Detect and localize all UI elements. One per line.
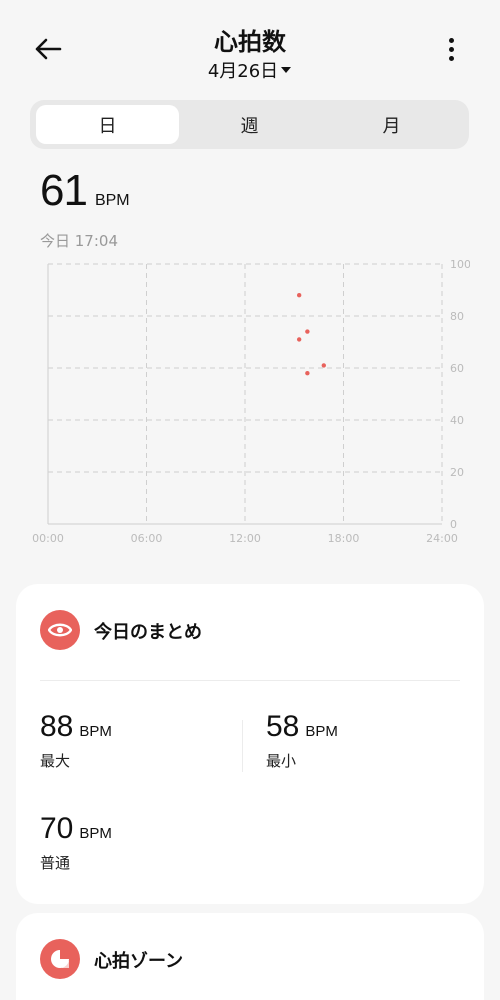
stat-average: 70 BPM 普通 [40,812,112,873]
heart-rate-chart-svg: 0 20 40 60 80 100 00:00 06:00 12:00 18:00 24:00 [32,258,471,545]
current-reading: 61 BPM [40,166,130,216]
max-label: 最大 [40,752,71,770]
min-unit: BPM [305,723,338,740]
data-point [305,371,310,376]
stat-min: 58 BPM 最小 [266,710,338,771]
min-label: 最小 [266,752,297,770]
zones-title: 心拍ゾーン [94,951,184,972]
avg-label: 普通 [40,854,71,872]
max-value: 88 [40,710,74,743]
period-tabs: 日 週 月 [30,100,469,149]
header: 心拍数 4月26日 [0,0,500,92]
current-bpm-value: 61 [40,166,88,215]
date-label: 4月26日 [207,61,279,82]
summary-title: 今日のまとめ [94,622,202,643]
x-tick-label: 06:00 [131,532,163,545]
eye-icon [40,610,80,650]
tab-week[interactable]: 週 [178,105,321,144]
stat-divider [242,720,243,772]
y-tick-label: 60 [450,362,464,375]
heart-rate-chart[interactable]: 0 20 40 60 80 100 00:00 06:00 12:00 18:00 24:00 [30,250,471,550]
avg-unit: BPM [79,825,112,842]
min-value: 58 [266,710,300,743]
max-unit: BPM [79,723,112,740]
date-selector[interactable]: 4月26日 [0,57,500,83]
zones-card[interactable]: 心拍ゾーン [16,913,484,1000]
avg-value: 70 [40,812,74,845]
data-point [305,329,310,334]
y-tick-label: 0 [450,518,457,531]
y-tick-label: 80 [450,310,464,323]
page-title: 心拍数 [214,28,286,56]
current-bpm-unit: BPM [94,192,130,209]
y-tick-label: 40 [450,414,464,427]
caret-down-icon [281,67,292,73]
data-point [296,337,302,342]
tab-day[interactable]: 日 [36,105,179,144]
pie-chart-icon [40,939,80,979]
summary-divider [40,680,460,681]
x-tick-label: 00:00 [32,532,64,545]
y-tick-label: 100 [450,258,470,271]
x-tick-label: 12:00 [229,532,261,545]
more-options-button[interactable] [436,34,466,64]
data-point [321,363,326,368]
summary-card: 今日のまとめ 88 BPM 最大 58 BPM 最小 70 BPM 普通 [16,584,484,904]
stat-max: 88 BPM 最大 [40,710,112,771]
reading-time: 今日 17:04 [40,232,118,250]
data-point [296,293,302,298]
x-tick-label: 18:00 [328,532,360,545]
more-vertical-icon [448,37,454,43]
y-tick-label: 20 [450,466,464,479]
tab-month[interactable]: 月 [320,105,463,144]
x-tick-label: 24:00 [426,532,458,545]
